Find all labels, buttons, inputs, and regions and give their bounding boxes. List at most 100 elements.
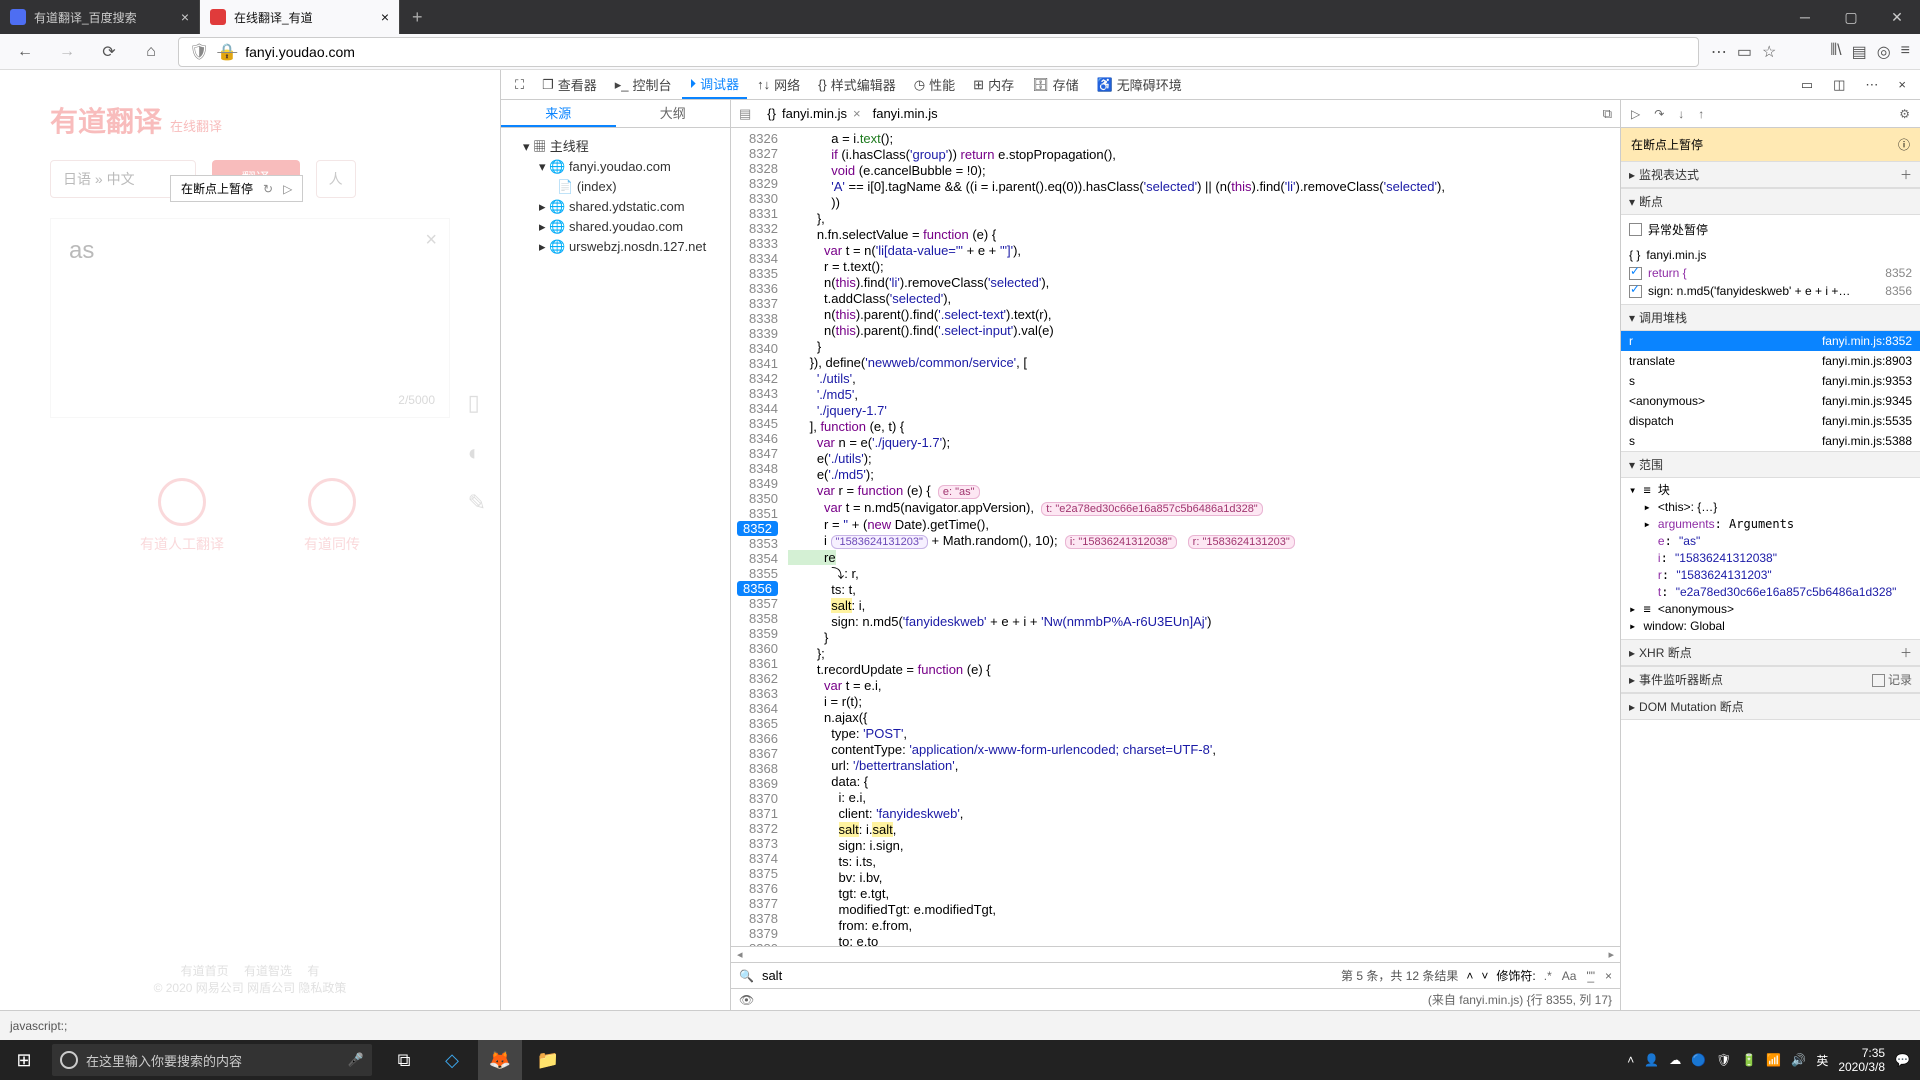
add-xhr-icon[interactable]: ＋ (1900, 644, 1912, 661)
scroll-right-icon[interactable]: ▸ (1608, 948, 1614, 961)
edit-sidebar-icon[interactable]: ✎ (468, 490, 486, 516)
close-icon[interactable]: × (181, 9, 189, 25)
ime-icon[interactable]: 英 (1816, 1052, 1828, 1069)
close-search-icon[interactable]: × (1605, 969, 1612, 983)
headphone-sidebar-icon[interactable]: ◐ (468, 440, 486, 466)
reader-icon[interactable]: ▭ (1737, 42, 1752, 62)
performance-tab[interactable]: ◷ 性能 (906, 71, 963, 98)
wifi-icon[interactable]: 📶 (1766, 1053, 1781, 1067)
call-frame[interactable]: <anonymous>fanyi.min.js:9345 (1621, 391, 1920, 411)
inspector-icon[interactable]: ⛶ (507, 73, 532, 97)
pause-exceptions[interactable]: 异常处暂停 (1629, 219, 1912, 240)
vscode-icon[interactable]: ◇ (430, 1040, 474, 1080)
scope-header[interactable]: ▾ 范围 (1621, 451, 1920, 478)
step-over-icon[interactable]: ↷ (1654, 107, 1664, 121)
taskbar-search[interactable]: 在这里输入你要搜索的内容 🎤 (52, 1044, 372, 1076)
step-out-icon[interactable]: ↑ (1698, 107, 1704, 121)
browser-tab-2[interactable]: 在线翻译_有道 × (200, 0, 400, 34)
inspector-tab[interactable]: ❐ 查看器 (534, 71, 605, 98)
start-button[interactable]: ⊞ (0, 1050, 48, 1071)
folder-icon[interactable]: 📁 (526, 1040, 570, 1080)
notifications-icon[interactable]: 💬 (1895, 1053, 1910, 1067)
responsive-icon[interactable]: ▭ (1793, 73, 1821, 97)
more-icon[interactable]: ⋯ (1711, 42, 1727, 62)
call-frame[interactable]: translatefanyi.min.js:8903 (1621, 351, 1920, 371)
call-frame[interactable]: rfanyi.min.js:8352 (1621, 331, 1920, 351)
tray-up-icon[interactable]: ˄ (1627, 1053, 1634, 1067)
sidebar-icon[interactable]: ▤ (1852, 42, 1867, 62)
popout-icon[interactable]: ⧉ (1603, 106, 1612, 122)
call-frame[interactable]: sfanyi.min.js:5388 (1621, 431, 1920, 451)
back-button[interactable]: ← (10, 37, 40, 67)
storage-tab[interactable]: 🗄 存储 (1024, 71, 1087, 98)
firefox-icon[interactable]: 🦊 (478, 1040, 522, 1080)
resume-icon[interactable]: ▷ (1631, 107, 1640, 121)
bookmark-icon[interactable]: ☆ (1762, 42, 1776, 62)
mic-icon[interactable]: 🎤 (348, 1052, 364, 1068)
line-gutter[interactable]: 8326 8327 8328 8329 8330 8331 8332 8333 … (731, 128, 784, 946)
scope-vars[interactable]: ▾ ≡ 块 ▸ <this>: {…} ▸ arguments: Argumen… (1621, 478, 1920, 639)
task-view-icon[interactable]: ⧉ (382, 1040, 426, 1080)
code-tab[interactable]: fanyi.min.js (873, 106, 938, 121)
battery-icon[interactable]: 🔋 (1741, 1053, 1756, 1067)
step-into-icon[interactable]: ↓ (1678, 107, 1684, 121)
clock[interactable]: 7:35 2020/3/8 (1838, 1046, 1885, 1074)
devtools-menu-icon[interactable]: ⋯ (1857, 73, 1886, 97)
minimize-button[interactable]: ─ (1782, 0, 1828, 34)
refresh-mini-icon[interactable]: ↻ (263, 182, 273, 196)
address-bar[interactable]: 🛡 🔒 (178, 37, 1699, 67)
defender-icon[interactable]: 🛡 (1716, 1053, 1731, 1067)
play-mini-icon[interactable]: ▷ (283, 182, 292, 196)
file-list-icon[interactable]: ▤ (739, 106, 751, 122)
system-tray[interactable]: ˄ 👤 ☁ 🔵 🛡 🔋 📶 🔊 英 7:35 2020/3/8 💬 (1617, 1046, 1920, 1074)
url-input[interactable] (245, 44, 1688, 60)
memory-tab[interactable]: ⊞ 内存 (965, 71, 1022, 98)
code-body[interactable]: a = i.text(); if (i.hasClass('group')) r… (784, 128, 1620, 946)
callstack-header[interactable]: ▾ 调用堆栈 (1621, 304, 1920, 331)
onedrive-icon[interactable]: ☁ (1669, 1053, 1681, 1067)
maximize-button[interactable]: ▢ (1828, 0, 1874, 34)
prev-match-icon[interactable]: ˄ (1466, 969, 1473, 983)
call-frame[interactable]: sfanyi.min.js:9353 (1621, 371, 1920, 391)
watch-eye-icon[interactable]: 👁 (739, 993, 754, 1007)
dom-bp-header[interactable]: ▸ DOM Mutation 断点 (1621, 693, 1920, 720)
call-frame[interactable]: dispatchfanyi.min.js:5535 (1621, 411, 1920, 431)
sources-tree[interactable]: ▾ ▦ 主线程 ▾ 🌐 fanyi.youdao.com 📄 (index) ▸… (501, 128, 730, 263)
xhr-bp-header[interactable]: ▸ XHR 断点＋ (1621, 639, 1920, 666)
home-button[interactable]: ⌂ (136, 37, 166, 67)
breakpoint-item[interactable]: return {8352 (1629, 264, 1912, 282)
add-watch-icon[interactable]: ＋ (1900, 166, 1912, 183)
next-match-icon[interactable]: ˅ (1481, 969, 1488, 983)
tray-icon[interactable]: 🔵 (1691, 1053, 1706, 1067)
code-tab-active[interactable]: {} fanyi.min.js × (767, 106, 860, 121)
whole-word-icon[interactable]: "̲" (1586, 969, 1595, 983)
settings-icon[interactable]: ⚙ (1899, 107, 1910, 121)
event-bp-header[interactable]: ▸ 事件监听器断点 记录 (1621, 666, 1920, 693)
menu-icon[interactable]: ≡ (1901, 42, 1910, 62)
breakpoints-header[interactable]: ▾ 断点 (1621, 188, 1920, 215)
watch-header[interactable]: ▸ 监视表达式＋ (1621, 161, 1920, 188)
volume-icon[interactable]: 🔊 (1791, 1053, 1806, 1067)
account-icon[interactable]: ◎ (1877, 42, 1891, 62)
dock-icon[interactable]: ◫ (1825, 73, 1853, 97)
people-icon[interactable]: 👤 (1644, 1053, 1659, 1067)
reload-button[interactable]: ⟳ (94, 37, 124, 67)
library-icon[interactable]: ⫴\ (1830, 42, 1841, 62)
info-icon[interactable]: ⓘ (1898, 136, 1910, 153)
close-icon[interactable]: × (381, 9, 389, 25)
accessibility-tab[interactable]: ♿ 无障碍环境 (1089, 71, 1190, 98)
debugger-tab[interactable]: ⏵ 调试器 (682, 70, 748, 99)
devtools-close-icon[interactable]: × (1890, 73, 1914, 97)
close-window-button[interactable]: ✕ (1874, 0, 1920, 34)
breakpoint-item[interactable]: sign: n.md5('fanyideskweb' + e + i +…835… (1629, 282, 1912, 300)
scroll-left-icon[interactable]: ◂ (737, 948, 743, 961)
browser-tab-1[interactable]: 有道翻译_百度搜索 × (0, 0, 200, 34)
regex-icon[interactable]: .* (1544, 969, 1552, 983)
search-input[interactable] (762, 968, 1062, 983)
console-tab[interactable]: ▸_ 控制台 (607, 71, 680, 98)
network-tab[interactable]: ↑↓ 网络 (749, 71, 808, 98)
case-icon[interactable]: Aa (1562, 969, 1577, 983)
new-tab-button[interactable]: + (400, 0, 435, 34)
outline-tab[interactable]: 大纲 (616, 100, 731, 127)
phone-sidebar-icon[interactable]: ▯ (468, 390, 486, 416)
